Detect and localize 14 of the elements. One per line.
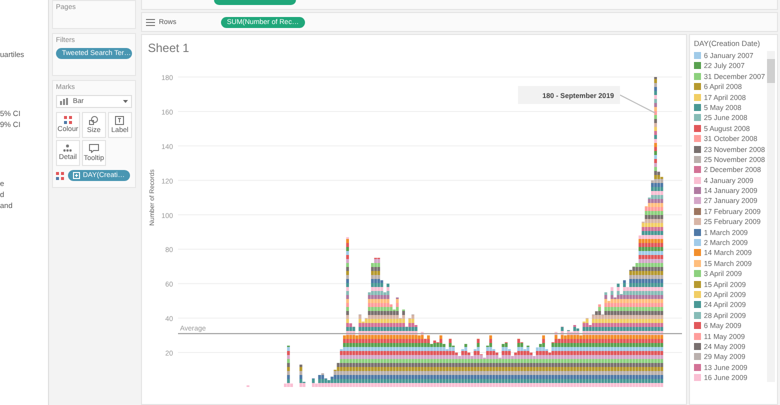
dots-icon xyxy=(63,144,72,152)
leader-line xyxy=(619,94,656,114)
plus-box-icon xyxy=(72,172,80,179)
colour-dots-icon xyxy=(64,116,72,124)
colour-dots-icon xyxy=(56,172,64,180)
scrollbar[interactable] xyxy=(767,51,775,382)
caret-icon xyxy=(122,100,128,103)
speech-bubble-icon xyxy=(88,144,99,153)
bar-chart-icon xyxy=(60,98,69,105)
rows-icon xyxy=(146,18,155,26)
scroll-thumb[interactable] xyxy=(767,59,775,83)
shapes-icon xyxy=(89,116,98,125)
sheet-title: Sheet 1 xyxy=(146,40,190,57)
text-box-icon xyxy=(115,116,124,125)
